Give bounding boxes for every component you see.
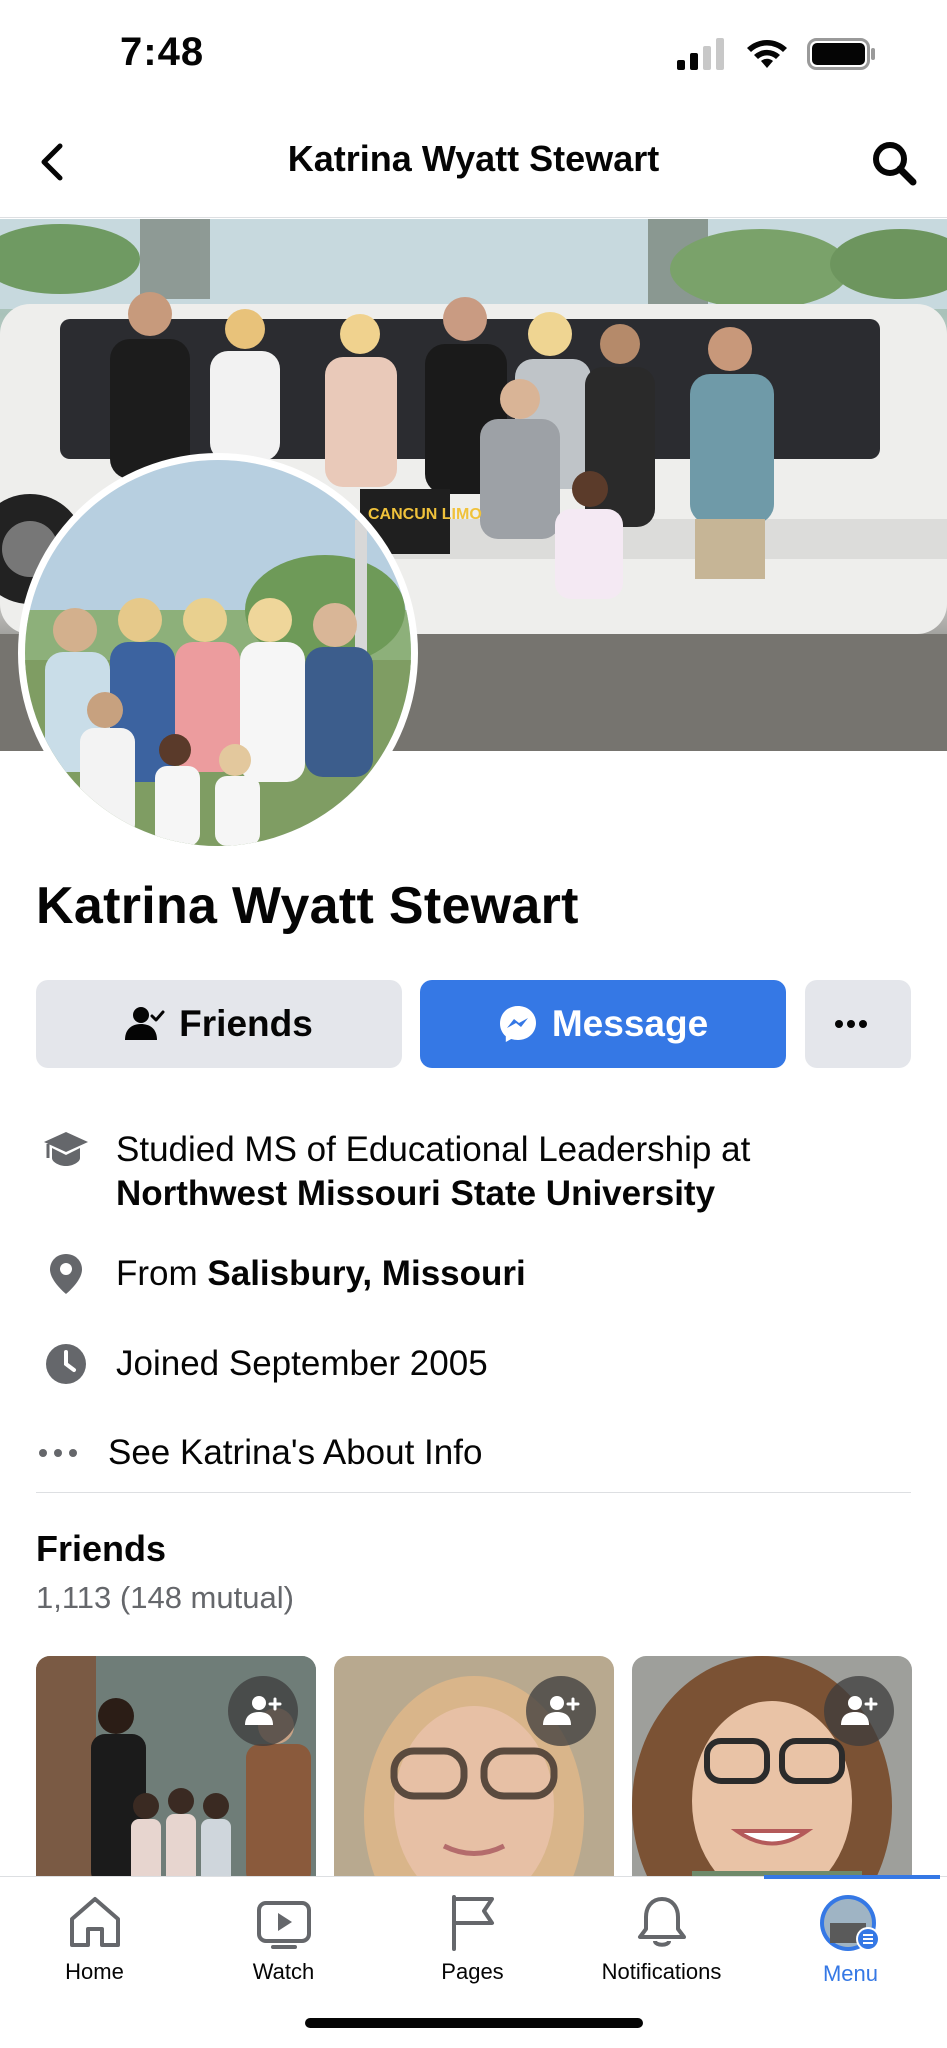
search-button[interactable] [869, 138, 919, 188]
friends-button[interactable]: Friends [36, 980, 402, 1068]
tab-label: Pages [441, 1959, 504, 1984]
add-friend-button[interactable] [526, 1676, 596, 1746]
tab-label: Watch [252, 1959, 315, 1984]
tab-label: Home [65, 1959, 124, 1984]
add-friend-icon [543, 1696, 580, 1725]
status-time: 7:48 [120, 30, 205, 74]
tab-menu[interactable]: Menu [756, 1893, 945, 2005]
profile-picture[interactable] [18, 453, 418, 853]
friends-button-label: Friends [179, 1003, 313, 1044]
home-indicator[interactable] [305, 2018, 643, 2028]
location-pin-icon [36, 1252, 96, 1296]
profile-picture-image [25, 460, 411, 846]
profile-name: Katrina Wyatt Stewart [36, 877, 579, 935]
intro-joined: Joined September 2005 [36, 1342, 488, 1386]
friend-card[interactable] [632, 1656, 912, 1886]
section-divider [36, 1492, 911, 1493]
intro-hometown: From Salisbury, Missouri [36, 1252, 526, 1296]
add-friend-icon [245, 1696, 282, 1725]
tab-label: Notifications [601, 1959, 722, 1984]
add-friend-button[interactable] [824, 1676, 894, 1746]
friend-card[interactable] [334, 1656, 614, 1886]
friend-card[interactable] [36, 1656, 316, 1886]
message-button[interactable]: Message [420, 980, 786, 1068]
page-title: Katrina Wyatt Stewart [287, 138, 660, 179]
intro-education: Studied MS of Educational Leadership at … [36, 1128, 750, 1216]
education-school[interactable]: Northwest Missouri State University [116, 1174, 715, 1213]
status-bar: 7:48 [0, 0, 947, 110]
hometown-value[interactable]: Salisbury, Missouri [207, 1254, 525, 1293]
about-link-label: See Katrina's About Info [108, 1433, 483, 1472]
tab-watch[interactable]: Watch [189, 1893, 378, 2005]
tab-notifications[interactable]: Notifications [567, 1893, 756, 2005]
more-dots-icon [36, 1431, 80, 1475]
bell-icon [637, 1897, 686, 1947]
joined-text: Joined September 2005 [116, 1344, 488, 1383]
status-icons [677, 38, 877, 70]
friends-count: 1,113 (148 mutual) [36, 1580, 294, 1615]
friends-section-title[interactable]: Friends [36, 1528, 166, 1570]
profile-actions: Friends Message [36, 980, 911, 1068]
more-horizontal-icon [835, 1020, 867, 1028]
message-button-label: Message [551, 1003, 709, 1044]
svg-text:CANCUN LIMO: CANCUN LIMO [368, 506, 482, 523]
add-friend-button[interactable] [228, 1676, 298, 1746]
more-options-button[interactable] [805, 980, 911, 1068]
tab-label: Menu [822, 1961, 879, 1986]
battery-icon [807, 38, 875, 70]
hometown-prefix: From [116, 1254, 198, 1293]
friend-check-icon [125, 1007, 165, 1040]
education-prefix: Studied MS of Educational Leadership at [116, 1130, 751, 1169]
flag-icon [451, 1895, 494, 1951]
wifi-icon [747, 40, 787, 68]
tab-home[interactable]: Home [0, 1893, 189, 2005]
clock-icon [36, 1342, 96, 1386]
see-about-info-link[interactable]: See Katrina's About Info [36, 1431, 482, 1475]
watch-icon [256, 1901, 311, 1949]
search-icon [873, 142, 917, 186]
active-tab-indicator [764, 1875, 940, 1879]
graduation-cap-icon [36, 1128, 96, 1172]
add-friend-icon [841, 1696, 878, 1725]
nav-header: Katrina Wyatt Stewart [0, 110, 947, 218]
cellular-signal-icon [677, 38, 724, 70]
menu-avatar-icon [819, 1895, 880, 1951]
tab-pages[interactable]: Pages [378, 1893, 567, 2005]
messenger-icon [499, 1006, 536, 1042]
home-icon [69, 1897, 120, 1947]
